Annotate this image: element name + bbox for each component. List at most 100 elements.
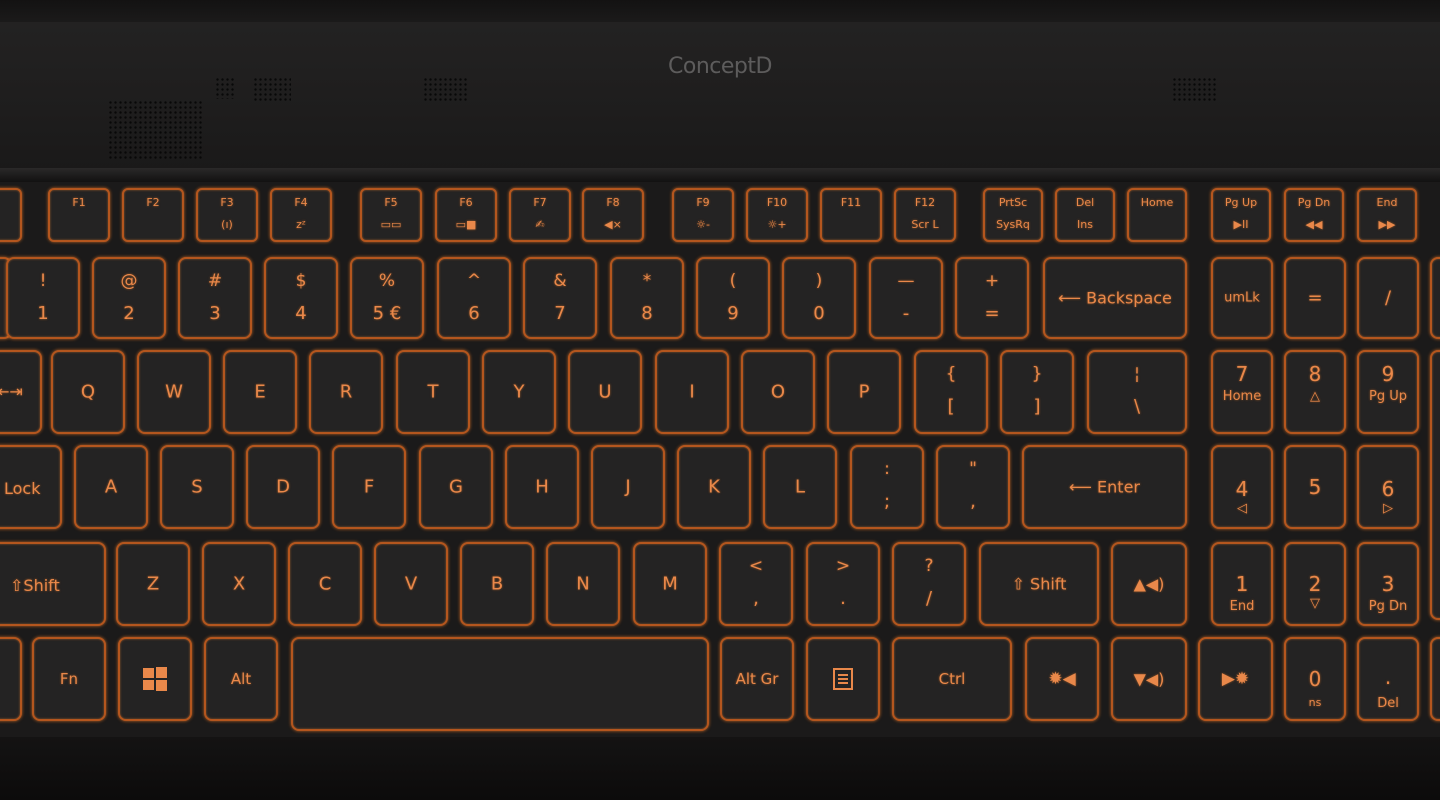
key-k[interactable]: K	[677, 445, 751, 529]
key-f[interactable]: F	[332, 445, 406, 529]
key-period[interactable]: >.	[806, 542, 880, 626]
key-delete[interactable]: Del Ins	[1055, 188, 1115, 242]
key-z[interactable]: Z	[116, 542, 190, 626]
key-p[interactable]: P	[827, 350, 901, 434]
key-6[interactable]: ^ 6	[437, 257, 511, 339]
key-n[interactable]: N	[546, 542, 620, 626]
key-o[interactable]: O	[741, 350, 815, 434]
key-numpad-plus[interactable]	[1430, 350, 1440, 620]
key-f8[interactable]: F8 ◀×	[582, 188, 644, 242]
key-c[interactable]: C	[288, 542, 362, 626]
key-0[interactable]: ) 0	[782, 257, 856, 339]
key-alt[interactable]: Alt	[204, 637, 278, 721]
key-numlock[interactable]: umLk	[1211, 257, 1273, 339]
key-prtsc[interactable]: PrtSc SysRq	[983, 188, 1043, 242]
key-numpad-dot[interactable]: . Del	[1357, 637, 1419, 721]
key-t[interactable]: T	[396, 350, 470, 434]
key-pgup[interactable]: Pg Up ▶II	[1211, 188, 1271, 242]
key-f9[interactable]: F9 ☼-	[672, 188, 734, 242]
key-tab[interactable]: ⇤⇥	[0, 350, 42, 434]
key-f10[interactable]: F10 ☼+	[746, 188, 808, 242]
key-w[interactable]: W	[137, 350, 211, 434]
key-numpad-9[interactable]: 9 Pg Up	[1357, 350, 1419, 434]
key-4[interactable]: $4	[264, 257, 338, 339]
key-right-shift[interactable]: ⇧ Shift	[979, 542, 1099, 626]
key-caps-lock[interactable]: Lock	[0, 445, 62, 529]
key-alt-gr[interactable]: Alt Gr	[720, 637, 794, 721]
key-g[interactable]: G	[419, 445, 493, 529]
key-left-bracket[interactable]: {[	[914, 350, 988, 434]
key-numpad-1[interactable]: 1 End	[1211, 542, 1273, 626]
key-1[interactable]: ! 1	[6, 257, 80, 339]
key-8[interactable]: * 8	[610, 257, 684, 339]
key-f7[interactable]: F7 ✍	[509, 188, 571, 242]
key-left-ctrl[interactable]	[0, 637, 22, 721]
key-h[interactable]: H	[505, 445, 579, 529]
key-numpad-6[interactable]: 6 ▷	[1357, 445, 1419, 529]
key-j[interactable]: J	[591, 445, 665, 529]
key-m[interactable]: M	[633, 542, 707, 626]
key-enter[interactable]: ⟵ Enter	[1022, 445, 1187, 529]
key-numpad-2[interactable]: 2 ▽	[1284, 542, 1346, 626]
key-slash[interactable]: ? /	[892, 542, 966, 626]
key-i[interactable]: I	[655, 350, 729, 434]
key-f2[interactable]: F2	[122, 188, 184, 242]
key-numpad-7[interactable]: 7 Home	[1211, 350, 1273, 434]
key-numpad-divide[interactable]: /	[1357, 257, 1419, 339]
key-volume-up[interactable]: ▲◀)	[1111, 542, 1187, 626]
key-2[interactable]: @2	[92, 257, 166, 339]
key-9[interactable]: (9	[696, 257, 770, 339]
key-arrow-left[interactable]: ✹◀	[1025, 637, 1099, 721]
key-e[interactable]: E	[223, 350, 297, 434]
key-b[interactable]: B	[460, 542, 534, 626]
key-numpad-5[interactable]: 5	[1284, 445, 1346, 529]
key-numpad-4[interactable]: 4 ◁	[1211, 445, 1273, 529]
key-quote[interactable]: ",	[936, 445, 1010, 529]
key-y[interactable]: Y	[482, 350, 556, 434]
key-f5[interactable]: F5 ▭▭	[360, 188, 422, 242]
key-x[interactable]: X	[202, 542, 276, 626]
key-windows[interactable]	[118, 637, 192, 721]
key-right-ctrl[interactable]: Ctrl	[892, 637, 1012, 721]
key-r[interactable]: R	[309, 350, 383, 434]
key-end[interactable]: End ▶▶	[1357, 188, 1417, 242]
key-s[interactable]: S	[160, 445, 234, 529]
key-backslash[interactable]: ¦ \	[1087, 350, 1187, 434]
key-numpad-0[interactable]: 0 ns	[1284, 637, 1346, 721]
key-minus[interactable]: — -	[869, 257, 943, 339]
key-u[interactable]: U	[568, 350, 642, 434]
key-f6[interactable]: F6 ▭■	[435, 188, 497, 242]
key-numpad-clipped[interactable]	[1430, 257, 1440, 339]
key-esc[interactable]	[0, 188, 22, 242]
key-l[interactable]: L	[763, 445, 837, 529]
key-d[interactable]: D	[246, 445, 320, 529]
key-left-shift[interactable]: ⇧Shift	[0, 542, 106, 626]
key-semicolon[interactable]: :;	[850, 445, 924, 529]
key-comma[interactable]: <,	[719, 542, 793, 626]
key-pgdn[interactable]: Pg Dn ◀◀	[1284, 188, 1344, 242]
key-arrow-down[interactable]: ▼◀)	[1111, 637, 1187, 721]
key-a[interactable]: A	[74, 445, 148, 529]
key-numpad-8[interactable]: 8 △	[1284, 350, 1346, 434]
key-numpad-3[interactable]: 3 Pg Dn	[1357, 542, 1419, 626]
key-f1[interactable]: F1	[48, 188, 110, 242]
key-menu[interactable]	[806, 637, 880, 721]
key-f11[interactable]: F11	[820, 188, 882, 242]
key-backspace[interactable]: ⟵ Backspace	[1043, 257, 1187, 339]
key-arrow-right[interactable]: ▶✹	[1198, 637, 1273, 721]
key-7[interactable]: & 7	[523, 257, 597, 339]
key-numpad-enter[interactable]	[1430, 637, 1440, 721]
key-q[interactable]: Q	[51, 350, 125, 434]
key-right-bracket[interactable]: }]	[1000, 350, 1074, 434]
key-numpad-equals[interactable]: =	[1284, 257, 1346, 339]
key-spacebar[interactable]	[291, 637, 709, 731]
key-f3[interactable]: F3 (ı)	[196, 188, 258, 242]
key-home[interactable]: Home	[1127, 188, 1187, 242]
key-fn[interactable]: Fn	[32, 637, 106, 721]
key-f12[interactable]: F12 Scr L	[894, 188, 956, 242]
key-v[interactable]: V	[374, 542, 448, 626]
key-f4[interactable]: F4 zᶻ	[270, 188, 332, 242]
key-3[interactable]: #3	[178, 257, 252, 339]
key-equals[interactable]: + =	[955, 257, 1029, 339]
key-5[interactable]: % 5 €	[350, 257, 424, 339]
